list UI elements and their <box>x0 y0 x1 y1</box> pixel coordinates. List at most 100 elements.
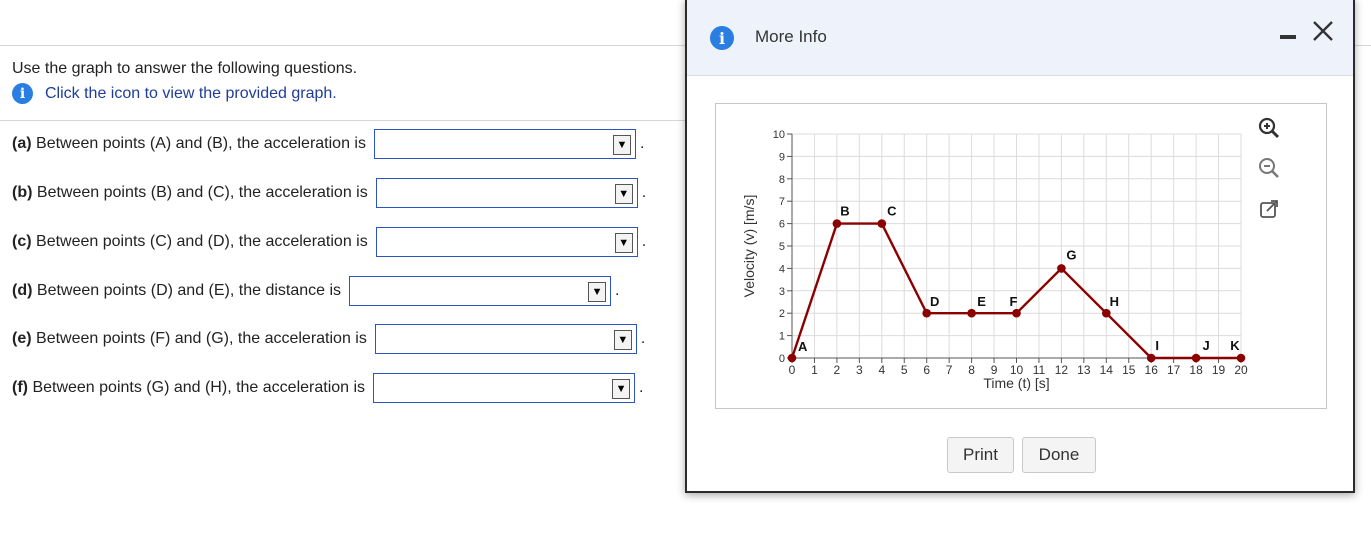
x-tick-label: 3 <box>856 363 863 377</box>
question-letter: (c) <box>12 233 32 250</box>
data-point <box>787 353 797 363</box>
info-icon: i <box>710 26 734 50</box>
dropdown-arrow-icon[interactable]: ▼ <box>614 184 633 204</box>
y-tick-label: 6 <box>779 219 785 231</box>
point-label: D <box>930 294 939 309</box>
y-axis-title: Velocity (v) [m/s] <box>741 195 757 298</box>
dialog-header: i More Info <box>687 0 1353 76</box>
point-label: E <box>977 294 986 309</box>
data-point <box>877 219 887 228</box>
point-label: B <box>840 204 849 219</box>
instructions-text: Use the graph to answer the following qu… <box>12 60 358 77</box>
data-point <box>1102 308 1111 318</box>
question-letter: (b) <box>12 184 33 201</box>
dialog-title: More Info <box>755 27 827 46</box>
y-tick-label: 9 <box>779 151 785 163</box>
answer-select-d[interactable]: ▼ <box>349 276 612 306</box>
y-tick-label: 4 <box>779 263 785 275</box>
close-icon[interactable] <box>1310 18 1336 44</box>
velocity-time-chart: 0 1 2 3 4 5 6 7 8 9 10 11 12 13 14 15 16 17 18 19 2001234567… <box>741 129 1248 391</box>
y-tick-label: 8 <box>779 174 785 186</box>
data-point <box>1146 353 1156 363</box>
x-tick-label: 19 <box>1212 363 1226 377</box>
open-external-icon[interactable] <box>1258 198 1280 220</box>
dropdown-arrow-icon[interactable]: ▼ <box>614 233 633 253</box>
data-point <box>1191 353 1201 363</box>
view-graph-hint: Click the icon to view the provided grap… <box>45 84 337 102</box>
x-tick-label: 17 <box>1167 363 1181 377</box>
y-tick-label: 3 <box>779 286 785 298</box>
question-text: Between points (A) and (B), the accelera… <box>36 135 366 152</box>
question-text: Between points (D) and (E), the distance… <box>36 282 342 299</box>
answer-select-a[interactable]: ▼ <box>373 129 636 159</box>
x-tick-label: 20 <box>1234 363 1248 377</box>
question-text: Between points (F) and (G), the accelera… <box>36 330 367 347</box>
x-tick-label: 8 <box>968 363 975 377</box>
x-tick-label: 16 <box>1145 363 1159 377</box>
x-tick-label: 6 <box>923 363 930 377</box>
x-axis-title: Time (t) [s] <box>983 375 1049 391</box>
question-letter: (a) <box>12 135 32 152</box>
graph-panel: 0 1 2 3 4 5 6 7 8 9 10 11 12 13 14 15 16 17 18 19 20 0 1 2 3 4 5 6 7… <box>715 103 1327 409</box>
question-d: (d) Between points (D) and (E), the dist… <box>12 276 620 306</box>
question-f: (f) Between points (G) and (H), the acce… <box>12 373 644 403</box>
point-label: G <box>1066 247 1076 262</box>
x-tick-label: 12 <box>1055 363 1069 377</box>
question-c: (c) Between points (C) and (D), the acce… <box>12 227 646 257</box>
y-tick-label: 7 <box>779 196 785 208</box>
dropdown-arrow-icon[interactable]: ▼ <box>588 282 607 302</box>
question-letter: (e) <box>12 330 32 347</box>
y-tick-label: 5 <box>779 241 785 253</box>
point-label: I <box>1155 338 1159 353</box>
question-text: Between points (C) and (D), the accelera… <box>36 233 368 250</box>
question-b: (b) Between points (B) and (C), the acce… <box>12 178 646 208</box>
x-tick-label: 4 <box>878 363 885 377</box>
point-label: K <box>1230 338 1240 353</box>
question-text: Between points (B) and (C), the accelera… <box>36 184 368 201</box>
more-info-dialog: i More Info 0 1 2 3 4 5 6 7 8 9 10 11 12 13 14 15 16 17 18… <box>685 0 1355 493</box>
point-label: J <box>1202 338 1209 353</box>
y-tick-label: 10 <box>773 129 785 141</box>
data-point <box>1057 264 1066 273</box>
view-graph-link[interactable]: i Click the icon to view the provided gr… <box>12 83 337 104</box>
x-tick-label: 14 <box>1100 363 1114 377</box>
x-tick-label: 7 <box>946 363 953 377</box>
minimize-icon[interactable] <box>1280 35 1296 39</box>
dropdown-arrow-icon[interactable]: ▼ <box>612 135 631 155</box>
data-point <box>922 308 931 318</box>
x-tick-label: 18 <box>1189 363 1203 377</box>
questions-divider <box>0 120 685 121</box>
print-button[interactable]: Print <box>947 437 1014 473</box>
data-point <box>1012 308 1021 318</box>
dropdown-arrow-icon[interactable]: ▼ <box>613 330 632 350</box>
x-tick-label: 15 <box>1122 363 1136 377</box>
point-label: F <box>1010 294 1018 309</box>
answer-select-b[interactable]: ▼ <box>375 178 638 208</box>
dropdown-arrow-icon[interactable]: ▼ <box>612 379 631 399</box>
answer-select-c[interactable]: ▼ <box>375 227 638 257</box>
y-tick-label: 2 <box>779 308 785 320</box>
question-letter: (f) <box>12 379 28 396</box>
answer-select-e[interactable]: ▼ <box>374 324 637 354</box>
x-tick-label: 2 <box>834 363 841 377</box>
data-point <box>1236 353 1246 363</box>
answer-select-f[interactable]: ▼ <box>373 373 636 403</box>
question-e: (e) Between points (F) and (G), the acce… <box>12 324 645 354</box>
info-icon[interactable]: i <box>12 83 33 104</box>
question-text: Between points (G) and (H), the accelera… <box>32 379 366 396</box>
zoom-in-icon[interactable] <box>1257 116 1281 140</box>
point-label: H <box>1110 294 1119 309</box>
question-letter: (d) <box>12 282 33 299</box>
y-tick-label: 0 <box>779 353 785 365</box>
done-button[interactable]: Done <box>1022 437 1096 473</box>
x-tick-label: 1 <box>811 363 818 377</box>
data-point <box>832 219 842 228</box>
data-point <box>967 308 976 318</box>
x-tick-label: 0 <box>789 363 796 377</box>
question-a: (a) Between points (A) and (B), the acce… <box>12 129 644 159</box>
zoom-out-icon[interactable] <box>1257 156 1281 180</box>
point-label: A <box>798 339 808 354</box>
y-tick-label: 1 <box>779 331 785 343</box>
x-tick-label: 5 <box>901 363 908 377</box>
x-tick-label: 13 <box>1077 363 1091 377</box>
